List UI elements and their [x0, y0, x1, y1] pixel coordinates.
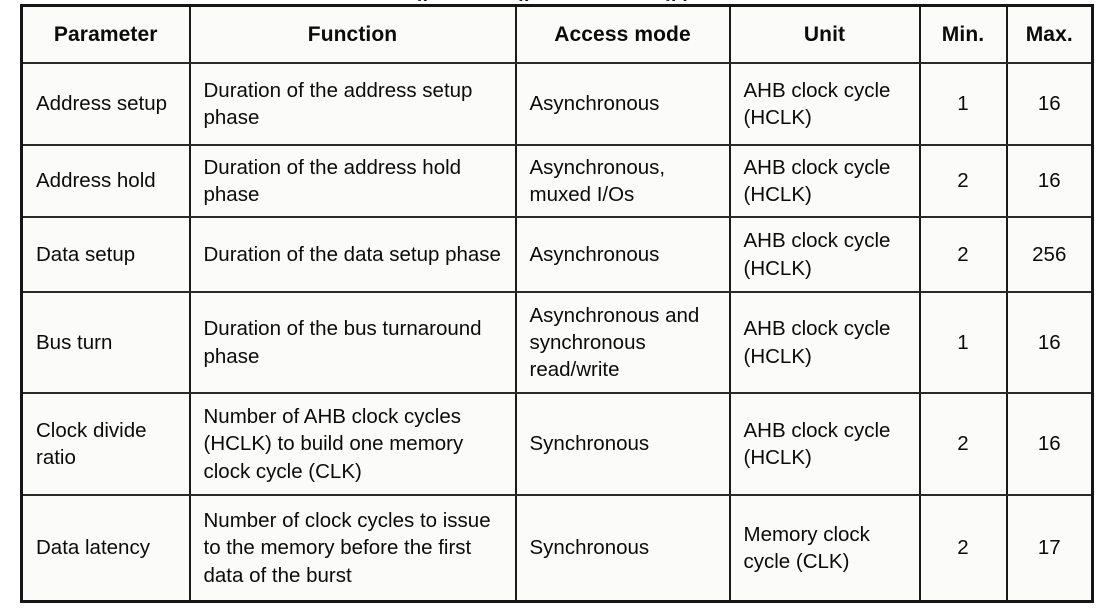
cell-min: 2: [919, 495, 1008, 602]
cell-parameter-text: Data latency: [36, 536, 150, 560]
spec-table-container: Parameter Function Access mode Unit Min.: [20, 4, 1094, 603]
cell-access-mode: Asynchronous: [515, 63, 731, 146]
cell-parameter-text: Address setup: [36, 92, 168, 116]
cell-min: 1: [919, 292, 1008, 394]
cell-min-text: 1: [957, 330, 969, 354]
cell-min: 1: [919, 63, 1008, 146]
cell-unit-text: AHB clock cycle (HCLK): [743, 317, 891, 368]
cell-access-mode: Asynchronous, muxed I/Os: [515, 145, 731, 218]
cell-access-mode: Asynchronous and synchronous read/write: [515, 292, 731, 394]
column-header-function: Function: [189, 5, 517, 64]
table-row: Bus turn Duration of the bus turnaround …: [21, 292, 1093, 394]
column-header-access-mode: Access mode: [515, 5, 731, 64]
cell-unit-text: AHB clock cycle (HCLK): [743, 78, 891, 129]
column-header-max: Max.: [1006, 5, 1093, 64]
cell-access-mode-text: Synchronous: [529, 432, 650, 456]
cell-access-mode-text: Synchronous: [529, 536, 650, 560]
cell-access-mode-text: Asynchronous: [529, 242, 660, 266]
cell-max-text: 17: [1037, 536, 1061, 560]
table-row: Data latency Number of clock cycles to i…: [21, 495, 1093, 602]
table-header: Parameter Function Access mode Unit Min.: [21, 5, 1093, 64]
cell-min-text: 2: [957, 536, 969, 560]
column-header-unit-label: Unit: [803, 22, 846, 46]
cell-max: 16: [1006, 63, 1093, 146]
cell-unit-text: AHB clock cycle (HCLK): [743, 418, 891, 469]
cell-parameter-text: Clock divide ratio: [36, 418, 147, 469]
cell-parameter-text: Data setup: [36, 242, 136, 266]
cell-parameter: Data setup: [21, 217, 191, 293]
cell-max: 16: [1006, 145, 1093, 218]
cell-access-mode: Synchronous: [515, 495, 731, 602]
cell-min: 2: [919, 217, 1008, 293]
cell-unit-text: AHB clock cycle (HCLK): [743, 155, 891, 206]
cell-min-text: 2: [957, 432, 969, 456]
column-header-access-mode-label: Access mode: [554, 22, 691, 46]
column-header-min-label: Min.: [941, 22, 985, 46]
cell-function: Number of clock cycles to issue to the m…: [189, 495, 517, 602]
cell-parameter: Address setup: [21, 63, 191, 146]
table-row: Address hold Duration of the address hol…: [21, 145, 1093, 218]
header-row: Parameter Function Access mode Unit Min.: [21, 5, 1093, 64]
cell-max-text: 16: [1037, 432, 1061, 456]
cell-access-mode: Asynchronous: [515, 217, 731, 293]
cell-min-text: 2: [957, 169, 969, 193]
cell-function-text: Number of clock cycles to issue to the m…: [203, 509, 491, 587]
cell-unit: Memory clock cycle (CLK): [729, 495, 921, 602]
cell-unit: AHB clock cycle (HCLK): [729, 217, 921, 293]
cell-parameter: Address hold: [21, 145, 191, 218]
cell-access-mode-text: Asynchronous: [529, 92, 660, 116]
cell-function: Duration of the address setup phase: [189, 63, 517, 146]
cell-function: Duration of the data setup phase: [189, 217, 517, 293]
cell-max-text: 16: [1037, 169, 1061, 193]
cell-function-text: Duration of the data setup phase: [203, 242, 501, 266]
column-header-parameter-label: Parameter: [53, 22, 158, 46]
cell-unit: AHB clock cycle (HCLK): [729, 145, 921, 218]
cell-access-mode-text: Asynchronous and synchronous read/write: [529, 303, 700, 382]
fmc-timing-parameters-table: Parameter Function Access mode Unit Min.: [20, 4, 1094, 603]
cell-max: 16: [1006, 393, 1093, 496]
cell-function: Duration of the bus turnaround phase: [189, 292, 517, 394]
clipped-caption-above-table: FMC configuration registers for timing p…: [20, 0, 1090, 1]
cell-max: 17: [1006, 495, 1093, 602]
cell-unit: AHB clock cycle (HCLK): [729, 63, 921, 146]
cell-function-text: Number of AHB clock cycles (HCLK) to bui…: [203, 405, 464, 483]
cell-parameter: Bus turn: [21, 292, 191, 394]
cell-parameter-text: Bus turn: [36, 330, 113, 354]
cell-access-mode-text: Asynchronous, muxed I/Os: [529, 155, 666, 206]
cell-min: 2: [919, 393, 1008, 496]
cell-min: 2: [919, 145, 1008, 218]
cell-max: 256: [1006, 217, 1093, 293]
cell-min-text: 1: [957, 92, 969, 116]
cell-function: Duration of the address hold phase: [189, 145, 517, 218]
table-row: Clock divide ratio Number of AHB clock c…: [21, 393, 1093, 496]
column-header-function-label: Function: [307, 22, 398, 46]
cell-max-text: 16: [1037, 92, 1061, 116]
cell-unit-text: AHB clock cycle (HCLK): [743, 229, 891, 280]
cell-unit: AHB clock cycle (HCLK): [729, 292, 921, 394]
cell-max-text: 16: [1037, 330, 1061, 354]
cell-unit-text: Memory clock cycle (CLK): [743, 522, 870, 573]
cell-function-text: Duration of the address setup phase: [203, 78, 473, 129]
column-header-parameter: Parameter: [21, 5, 191, 64]
cell-min-text: 2: [957, 242, 969, 266]
cell-parameter: Clock divide ratio: [21, 393, 191, 496]
cell-function-text: Duration of the bus turnaround phase: [203, 317, 482, 368]
cell-function: Number of AHB clock cycles (HCLK) to bui…: [189, 393, 517, 496]
table-row: Data setup Duration of the data setup ph…: [21, 217, 1093, 293]
column-header-unit: Unit: [729, 5, 921, 64]
cell-max-text: 256: [1032, 242, 1067, 266]
table-row: Address setup Duration of the address se…: [21, 63, 1093, 146]
cell-max: 16: [1006, 292, 1093, 394]
cell-parameter-text: Address hold: [36, 169, 156, 193]
table-page: FMC configuration registers for timing p…: [0, 0, 1108, 612]
table-body: Address setup Duration of the address se…: [21, 63, 1093, 602]
column-header-min: Min.: [919, 5, 1008, 64]
cell-unit: AHB clock cycle (HCLK): [729, 393, 921, 496]
cell-parameter: Data latency: [21, 495, 191, 602]
column-header-max-label: Max.: [1025, 22, 1073, 46]
cell-function-text: Duration of the address hold phase: [203, 155, 462, 206]
cell-access-mode: Synchronous: [515, 393, 731, 496]
